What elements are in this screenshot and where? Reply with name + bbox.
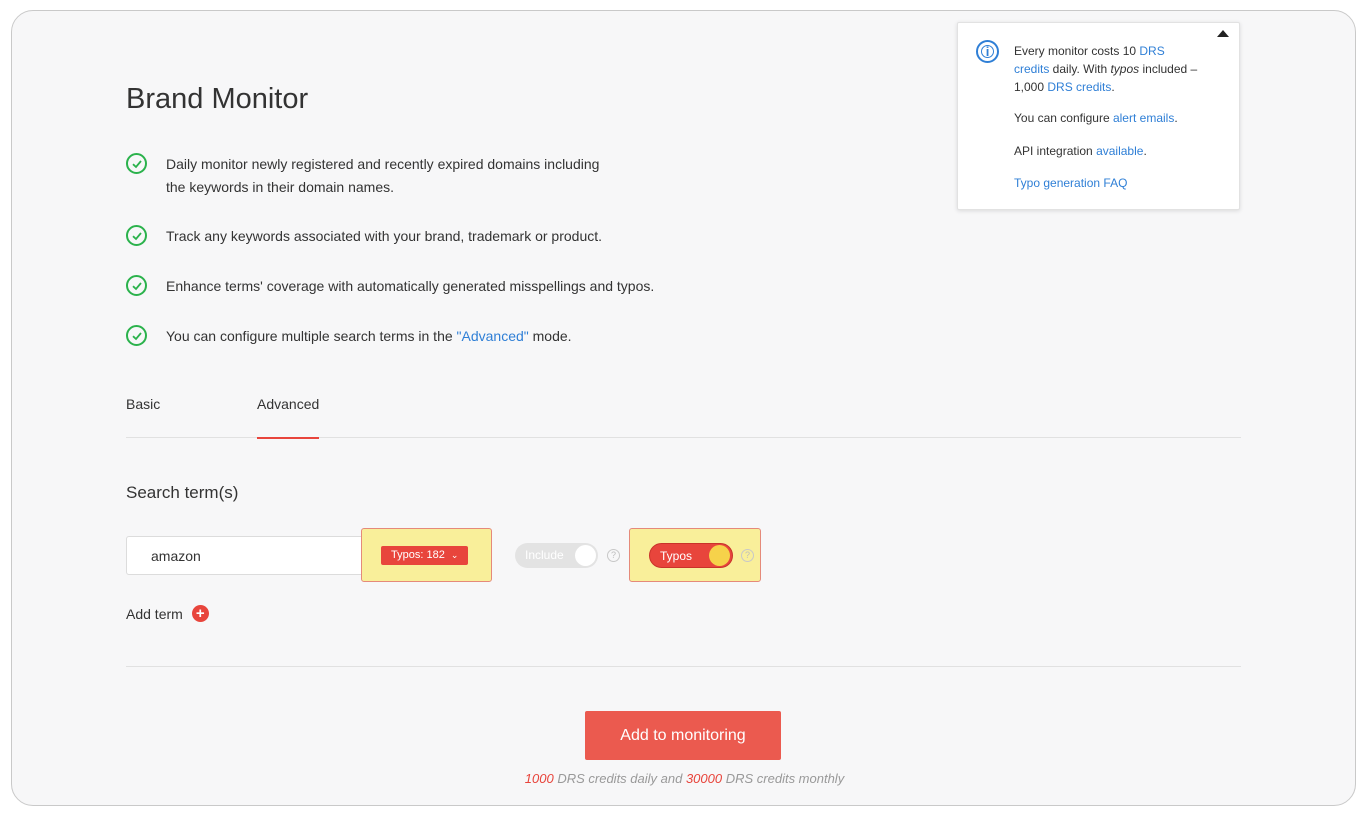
drs-credits-link[interactable]: DRS credits xyxy=(1047,80,1111,94)
drs-credits-link[interactable]: DRS xyxy=(1139,44,1164,58)
info-icon: i xyxy=(976,40,999,63)
check-circle-icon xyxy=(126,325,147,346)
feature-item: You can configure multiple search terms … xyxy=(126,325,572,348)
feature-item: Enhance terms' coverage with automatical… xyxy=(126,275,654,298)
check-circle-icon xyxy=(126,225,147,246)
typos-toggle-highlight: Typos ? xyxy=(629,528,761,582)
help-icon[interactable]: ? xyxy=(607,549,620,562)
feature-text: Enhance terms' coverage with automatical… xyxy=(166,278,655,294)
info-alerts-text: You can configure alert emails. xyxy=(1014,111,1178,125)
feature-text: You can configure multiple search terms … xyxy=(166,328,572,344)
plus-circle-icon: + xyxy=(191,605,209,622)
tab-basic[interactable]: Basic xyxy=(126,394,160,438)
api-available-link[interactable]: available xyxy=(1096,144,1143,158)
typos-count-highlight: Typos: 182 ⌄ xyxy=(361,528,492,582)
toggle-knob xyxy=(575,545,596,566)
section-divider xyxy=(126,666,1241,667)
tab-advanced[interactable]: Advanced xyxy=(257,394,320,439)
info-api-text: API integration available. xyxy=(1014,144,1147,158)
add-term-button[interactable]: Add term + xyxy=(126,605,209,622)
advanced-mode-link[interactable]: "Advanced" xyxy=(457,328,529,344)
feature-item: Daily monitor newly registered and recen… xyxy=(126,153,599,199)
cost-note: 1000 DRS credits daily and 30000 DRS cre… xyxy=(524,771,845,786)
feature-text: Track any keywords associated with your … xyxy=(166,228,603,244)
include-toggle[interactable]: Include xyxy=(515,543,598,568)
feature-text: Daily monitor newly registered and recen… xyxy=(166,156,600,195)
add-term-label: Add term xyxy=(126,605,183,622)
collapse-arrow-icon[interactable] xyxy=(1217,30,1229,37)
feature-item: Track any keywords associated with your … xyxy=(126,225,602,248)
info-faq-text: Typo generation FAQ xyxy=(1014,174,1214,192)
app-frame: Brand Monitor Daily monitor newly regist… xyxy=(11,10,1356,806)
page-title: Brand Monitor xyxy=(126,83,309,115)
search-terms-heading: Search term(s) xyxy=(126,483,239,502)
info-cost-text: Every monitor costs 10 DRS credits daily… xyxy=(1014,44,1198,94)
mode-tabs: Basic Advanced xyxy=(126,394,1241,439)
check-circle-icon xyxy=(126,275,147,296)
info-panel: i Every monitor costs 10 DRS credits dai… xyxy=(957,22,1240,210)
typos-count-dropdown[interactable]: Typos: 182 ⌄ xyxy=(381,546,469,565)
check-circle-icon xyxy=(126,153,147,174)
alert-emails-link[interactable]: alert emails xyxy=(1113,111,1174,125)
drs-credits-link[interactable]: credits xyxy=(1014,62,1049,76)
typos-toggle[interactable]: Typos xyxy=(649,543,733,568)
add-to-monitoring-button[interactable]: Add to monitoring xyxy=(585,711,781,760)
toggle-knob xyxy=(709,545,730,566)
typo-faq-link[interactable]: Typo generation FAQ xyxy=(1014,176,1127,190)
chevron-down-icon: ⌄ xyxy=(450,550,459,560)
help-icon[interactable]: ? xyxy=(741,549,754,562)
